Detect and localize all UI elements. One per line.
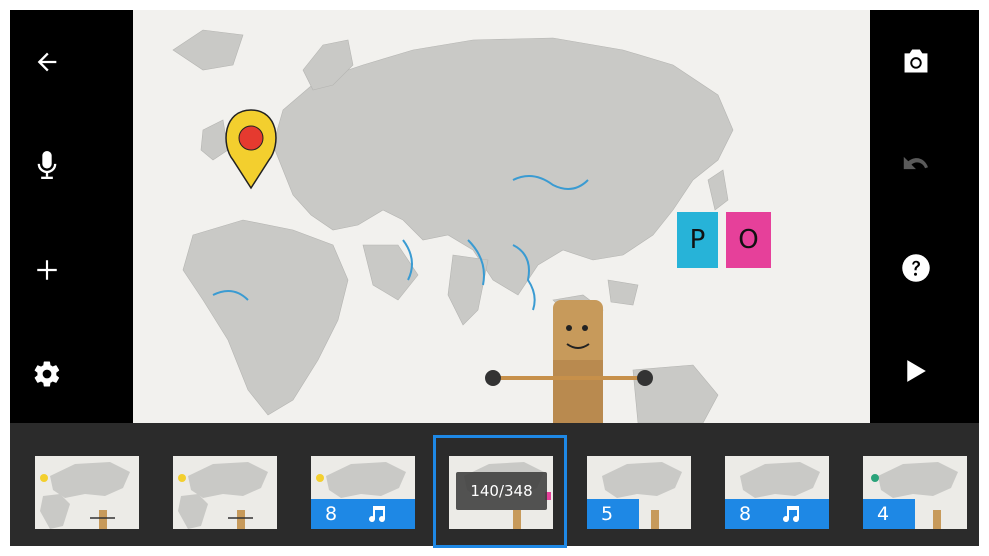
- frame-thumbnail[interactable]: 8: [311, 456, 415, 529]
- back-button[interactable]: [19, 34, 75, 90]
- frame-duration-badge: 8: [725, 499, 829, 529]
- play-button[interactable]: [888, 343, 944, 399]
- add-button[interactable]: [19, 242, 75, 298]
- frame-counter: 140/348: [456, 472, 547, 510]
- sticky-note-blue: P: [677, 212, 718, 268]
- frame-thumbnail[interactable]: 4: [863, 456, 967, 529]
- frame-thumbnail[interactable]: 8: [725, 456, 829, 529]
- gear-icon: [34, 361, 60, 387]
- frame-duration: 4: [877, 503, 890, 525]
- frame-duration: 8: [739, 503, 752, 525]
- frame-duration-badge: 8: [311, 499, 415, 529]
- frame-image: [35, 456, 139, 529]
- frame-duration: 5: [601, 503, 614, 525]
- camera-preview: P O: [133, 10, 870, 423]
- frame-duration-badge: 5: [587, 499, 639, 529]
- plus-icon: [37, 260, 57, 280]
- frame-duration-badge: 4: [863, 499, 915, 529]
- camera-icon: [904, 49, 928, 73]
- help-button[interactable]: [888, 240, 944, 296]
- music-note-icon: [783, 506, 800, 523]
- arrow-left-icon: [37, 52, 57, 72]
- frame-duration: 8: [325, 503, 338, 525]
- frame-thumbnail[interactable]: [173, 456, 277, 529]
- microphone-icon: [37, 151, 57, 179]
- frame-image: [173, 456, 277, 529]
- play-icon: [907, 360, 926, 382]
- frame-thumbnail[interactable]: [35, 456, 139, 529]
- frame-counter-text: 140/348: [470, 482, 533, 500]
- frame-thumbnail[interactable]: 5: [587, 456, 691, 529]
- undo-button[interactable]: [888, 135, 944, 191]
- music-note-icon: [369, 506, 386, 523]
- capture-button[interactable]: [888, 33, 944, 89]
- left-toolbar: [10, 10, 133, 423]
- undo-icon: [903, 156, 928, 170]
- sticky-note-letter: O: [738, 225, 759, 255]
- settings-button[interactable]: [19, 346, 75, 402]
- sticky-note-pink: O: [726, 212, 771, 268]
- right-toolbar: [870, 10, 979, 423]
- stop-motion-app: P O 8 5 8 4 140/348: [10, 10, 979, 548]
- record-audio-button[interactable]: [19, 137, 75, 193]
- help-icon: [902, 254, 930, 282]
- sticky-note-letter: P: [689, 225, 706, 255]
